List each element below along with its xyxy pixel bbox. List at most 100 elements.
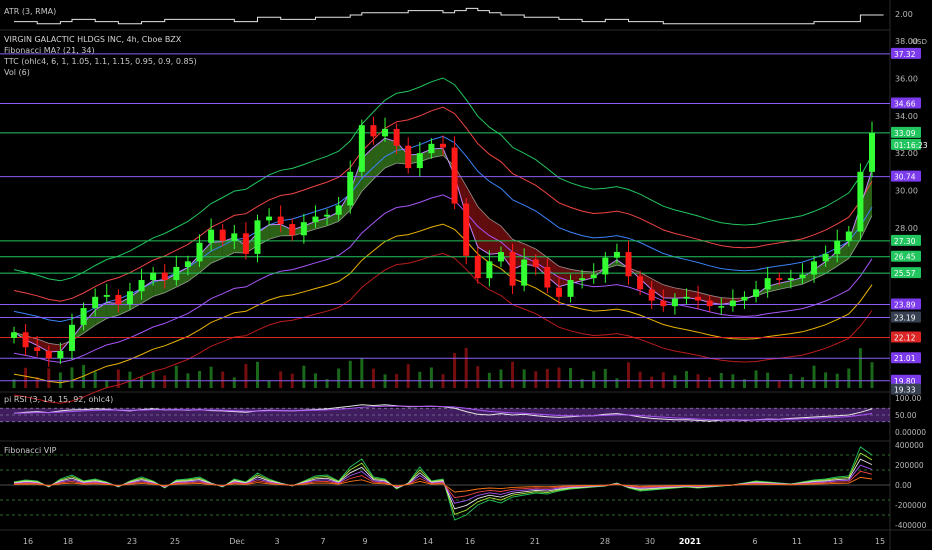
candle-body — [695, 296, 702, 301]
volume-bar — [93, 371, 97, 388]
candle-body — [555, 287, 562, 297]
x-axis-tick: 13 — [833, 537, 843, 546]
candle-body — [45, 350, 52, 359]
volume-bar — [545, 369, 549, 388]
price-axis-tick: 28.00 — [895, 224, 918, 233]
candle-body — [184, 261, 191, 267]
price-badge-label: 22.12 — [894, 334, 916, 343]
volume-bar — [754, 370, 758, 388]
candle-body — [277, 216, 284, 225]
price-badge-label: 27.30 — [894, 237, 916, 246]
candle-body — [579, 278, 586, 281]
x-axis-tick: Dec — [229, 537, 244, 546]
price-badge-label: 23.89 — [894, 300, 916, 309]
rsi-axis-tick: 100.00 — [895, 394, 921, 403]
price-axis-tick: 36.00 — [895, 75, 918, 84]
atr-label[interactable]: ATR (3, RMA) — [4, 7, 56, 17]
candle-body — [138, 280, 145, 292]
chart-canvas[interactable]: 38.0036.0034.0032.0030.0028.00USD37.3234… — [0, 0, 932, 550]
candle-body — [753, 289, 760, 297]
volume-bar — [221, 371, 225, 388]
volume-bar — [429, 367, 433, 388]
volume-bar — [58, 372, 62, 388]
candle-body — [544, 266, 551, 288]
candle-body — [416, 153, 423, 169]
candle-body — [497, 252, 504, 262]
x-axis-tick: 7 — [320, 537, 325, 546]
indicator-fib-ma[interactable]: Fibonacci MA? (21, 34) — [4, 46, 95, 56]
indicator-vol[interactable]: Vol (6) — [4, 68, 30, 78]
candle-body — [196, 242, 203, 262]
price-axis-tick: 32.00 — [895, 149, 918, 158]
volume-bar — [348, 360, 352, 388]
price-axis-tick: 34.00 — [895, 112, 918, 121]
candle-body — [474, 255, 481, 279]
volume-bar — [267, 380, 271, 388]
volume-bar — [684, 371, 688, 388]
candle-body — [625, 252, 632, 277]
candle-body — [289, 224, 296, 236]
vip-axis-tick: 200000 — [895, 461, 924, 470]
candle-body — [463, 203, 470, 256]
x-axis-tick: 11 — [792, 537, 802, 546]
candle-body — [370, 125, 377, 137]
vip-axis-tick: 400000 — [895, 441, 924, 450]
volume-bar — [418, 371, 422, 388]
candle-body — [648, 289, 655, 301]
volume-bar — [140, 376, 144, 388]
candle-body — [92, 296, 99, 309]
candle-body — [811, 261, 818, 275]
rsi-label[interactable]: pi RSI (3, 14, 15, 92, ohlc4) — [4, 395, 113, 405]
price-badge-label: 33.09 — [894, 129, 916, 138]
volume-bar — [534, 371, 538, 388]
candle-body — [660, 300, 667, 307]
candle-body — [869, 132, 875, 172]
symbol-title[interactable]: VIRGIN GALACTIC HLDGS INC, 4h, Cboe BZX — [4, 35, 181, 45]
x-axis-tick: 15 — [875, 537, 885, 546]
volume-bar — [673, 375, 677, 388]
x-axis-tick: 16 — [23, 537, 33, 546]
volume-bar — [603, 368, 607, 388]
volume-bar — [638, 371, 642, 388]
candle-body — [834, 240, 841, 254]
price-badge-label: 01:16:23 — [894, 141, 928, 150]
volume-bar — [174, 365, 178, 388]
candle-body — [822, 253, 829, 262]
candle-body — [57, 350, 64, 359]
candle-body — [613, 252, 620, 258]
candle-body — [382, 128, 389, 137]
candle-body — [764, 278, 771, 290]
volume-bar — [661, 372, 665, 388]
volume-bar — [870, 362, 874, 388]
volume-bar — [557, 367, 561, 388]
candle-body — [590, 274, 597, 279]
x-axis-tick: 25 — [170, 537, 180, 546]
volume-bar — [627, 362, 631, 388]
price-axis-tick: 30.00 — [895, 186, 918, 195]
candle-body — [312, 216, 319, 223]
candle-body — [266, 216, 273, 221]
candle-body — [324, 214, 331, 217]
volume-bar — [812, 365, 816, 388]
indicator-ttc[interactable]: TTC (ohlc4, 6, 1, 1.05, 1.1, 1.15, 0.95,… — [4, 57, 197, 67]
candle-body — [358, 125, 365, 172]
volume-bar — [464, 347, 468, 388]
candle-body — [405, 145, 412, 169]
volume-bar — [708, 377, 712, 388]
volume-bar — [209, 366, 213, 388]
candle-body — [68, 324, 75, 351]
vip-axis-tick: -400000 — [895, 521, 927, 530]
volume-bar — [302, 365, 306, 388]
candle-body — [799, 274, 806, 279]
volume-bar — [766, 372, 770, 388]
candle-body — [80, 308, 87, 325]
vip-label[interactable]: Fibonacci VIP — [4, 446, 56, 456]
volume-bar — [255, 361, 259, 388]
candle-body — [219, 229, 226, 241]
price-badge-label: 34.66 — [894, 100, 916, 109]
x-axis-tick: 14 — [423, 537, 433, 546]
chart-app: 38.00 36.00 34.00 32.00 30.00 28.00 USD 37.32 34… — [0, 0, 932, 550]
volume-bar — [279, 371, 283, 388]
candle-body — [776, 278, 783, 281]
candle-body — [718, 306, 725, 308]
